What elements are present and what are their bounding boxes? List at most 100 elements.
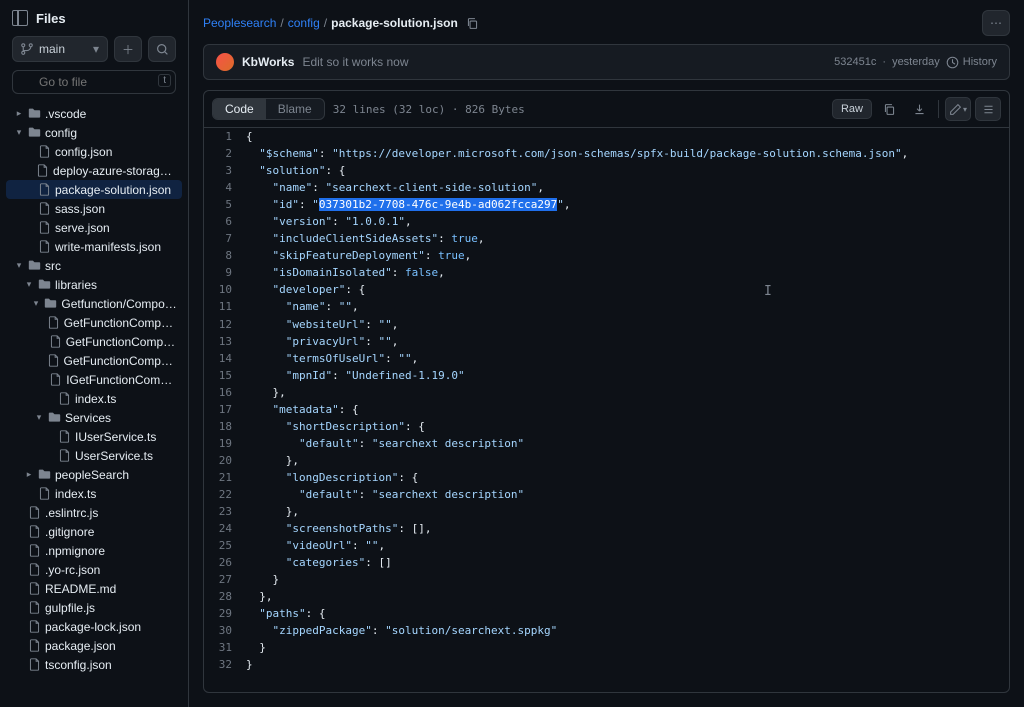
code-line[interactable]: 26 "categories": [] <box>204 554 1009 571</box>
tree-file[interactable]: index.ts <box>6 389 182 408</box>
download-raw-button[interactable] <box>906 97 932 121</box>
tree-file[interactable]: write-manifests.json <box>6 237 182 256</box>
line-number[interactable]: 32 <box>204 656 246 673</box>
line-number[interactable]: 11 <box>204 298 246 315</box>
code-line[interactable]: 5 "id": "037301b2-7708-476c-9e4b-ad062fc… <box>204 196 1009 213</box>
code-line[interactable]: 31 } <box>204 639 1009 656</box>
breadcrumb-repo[interactable]: Peoplesearch <box>203 16 276 30</box>
line-number[interactable]: 22 <box>204 486 246 503</box>
code-line[interactable]: 18 "shortDescription": { <box>204 418 1009 435</box>
commit-hash[interactable]: 532451c <box>834 56 876 68</box>
code-line[interactable]: 12 "websiteUrl": "", <box>204 316 1009 333</box>
copy-raw-button[interactable] <box>876 97 902 121</box>
tree-file[interactable]: deploy-azure-storage.json <box>6 161 182 180</box>
side-panel-icon[interactable] <box>12 10 28 26</box>
line-number[interactable]: 12 <box>204 316 246 333</box>
line-number[interactable]: 2 <box>204 145 246 162</box>
tree-file[interactable]: package-solution.json <box>6 180 182 199</box>
code-line[interactable]: 9 "isDomainIsolated": false, <box>204 264 1009 281</box>
edit-button[interactable]: ▾ <box>945 97 971 121</box>
tree-file[interactable]: sass.json <box>6 199 182 218</box>
line-number[interactable]: 5 <box>204 196 246 213</box>
code-line[interactable]: 8 "skipFeatureDeployment": true, <box>204 247 1009 264</box>
tree-file[interactable]: .gitignore <box>6 522 182 541</box>
line-number[interactable]: 28 <box>204 588 246 605</box>
line-number[interactable]: 4 <box>204 179 246 196</box>
line-number[interactable]: 9 <box>204 264 246 281</box>
tree-file[interactable]: .eslintrc.js <box>6 503 182 522</box>
tree-file[interactable]: serve.json <box>6 218 182 237</box>
avatar[interactable] <box>216 53 234 71</box>
tree-file[interactable]: config.json <box>6 142 182 161</box>
line-number[interactable]: 30 <box>204 622 246 639</box>
line-number[interactable]: 6 <box>204 213 246 230</box>
breadcrumb-dir[interactable]: config <box>288 16 320 30</box>
code-line[interactable]: 2 "$schema": "https://developer.microsof… <box>204 145 1009 162</box>
tab-code[interactable]: Code <box>213 99 266 119</box>
tree-file[interactable]: tsconfig.json <box>6 655 182 674</box>
code-line[interactable]: 25 "videoUrl": "", <box>204 537 1009 554</box>
code-line[interactable]: 32} <box>204 656 1009 673</box>
code-line[interactable]: 24 "screenshotPaths": [], <box>204 520 1009 537</box>
code-line[interactable]: 7 "includeClientSideAssets": true, <box>204 230 1009 247</box>
tree-file[interactable]: gulpfile.js <box>6 598 182 617</box>
file-tree[interactable]: ▸.vscode▾config config.json deploy-azure… <box>0 102 188 707</box>
tree-file[interactable]: GetFunctionComponent.tsx <box>6 332 182 351</box>
code-line[interactable]: 28 }, <box>204 588 1009 605</box>
copy-path-button[interactable] <box>466 17 479 30</box>
line-number[interactable]: 24 <box>204 520 246 537</box>
tree-folder[interactable]: ▾src <box>6 256 182 275</box>
tree-folder[interactable]: ▾libraries <box>6 275 182 294</box>
code-line[interactable]: 15 "mpnId": "Undefined-1.19.0" <box>204 367 1009 384</box>
tree-folder[interactable]: ▾config <box>6 123 182 142</box>
code-line[interactable]: 29 "paths": { <box>204 605 1009 622</box>
add-file-button[interactable]: ＋ <box>114 36 142 62</box>
code-line[interactable]: 20 }, <box>204 452 1009 469</box>
tree-folder[interactable]: ▾Getfunction/Components <box>6 294 182 313</box>
code-line[interactable]: 19 "default": "searchext description" <box>204 435 1009 452</box>
line-number[interactable]: 7 <box>204 230 246 247</box>
tree-folder[interactable]: ▸.vscode <box>6 104 182 123</box>
line-number[interactable]: 3 <box>204 162 246 179</box>
line-number[interactable]: 27 <box>204 571 246 588</box>
commit-author[interactable]: KbWorks <box>242 55 294 69</box>
line-number[interactable]: 21 <box>204 469 246 486</box>
line-number[interactable]: 18 <box>204 418 246 435</box>
tab-blame[interactable]: Blame <box>266 99 324 119</box>
symbols-button[interactable] <box>975 97 1001 121</box>
code-line[interactable]: 4 "name": "searchext-client-side-solutio… <box>204 179 1009 196</box>
line-number[interactable]: 31 <box>204 639 246 656</box>
line-number[interactable]: 13 <box>204 333 246 350</box>
code-line[interactable]: 17 "metadata": { <box>204 401 1009 418</box>
tree-file[interactable]: .yo-rc.json <box>6 560 182 579</box>
history-button[interactable]: History <box>946 56 997 69</box>
tree-file[interactable]: index.ts <box>6 484 182 503</box>
line-number[interactable]: 8 <box>204 247 246 264</box>
code-line[interactable]: 10 "developer": { <box>204 281 1009 298</box>
code-line[interactable]: 6 "version": "1.0.0.1", <box>204 213 1009 230</box>
tree-file[interactable]: .npmignore <box>6 541 182 560</box>
code-line[interactable]: 21 "longDescription": { <box>204 469 1009 486</box>
line-number[interactable]: 17 <box>204 401 246 418</box>
code-line[interactable]: 13 "privacyUrl": "", <box>204 333 1009 350</box>
line-number[interactable]: 14 <box>204 350 246 367</box>
raw-button[interactable]: Raw <box>832 99 872 119</box>
line-number[interactable]: 16 <box>204 384 246 401</box>
line-number[interactable]: 25 <box>204 537 246 554</box>
tree-file[interactable]: GetFunctionComponentStat… <box>6 351 182 370</box>
line-number[interactable]: 19 <box>204 435 246 452</box>
commit-message[interactable]: Edit so it works now <box>302 55 408 69</box>
code-line[interactable]: 27 } <box>204 571 1009 588</box>
tree-folder[interactable]: ▾Services <box>6 408 182 427</box>
line-number[interactable]: 1 <box>204 128 246 145</box>
tree-file[interactable]: IGetFunctionComponent.ts <box>6 370 182 389</box>
more-options-button[interactable]: ⋯ <box>982 10 1010 36</box>
tree-file[interactable]: GetFunctionComponent.mo… <box>6 313 182 332</box>
code-line[interactable]: 11 "name": "", <box>204 298 1009 315</box>
search-tree-button[interactable] <box>148 36 176 62</box>
code-line[interactable]: 1{ <box>204 128 1009 145</box>
code-line[interactable]: 16 }, <box>204 384 1009 401</box>
code-line[interactable]: 14 "termsOfUseUrl": "", <box>204 350 1009 367</box>
tree-file[interactable]: IUserService.ts <box>6 427 182 446</box>
code-line[interactable]: 30 "zippedPackage": "solution/searchext.… <box>204 622 1009 639</box>
